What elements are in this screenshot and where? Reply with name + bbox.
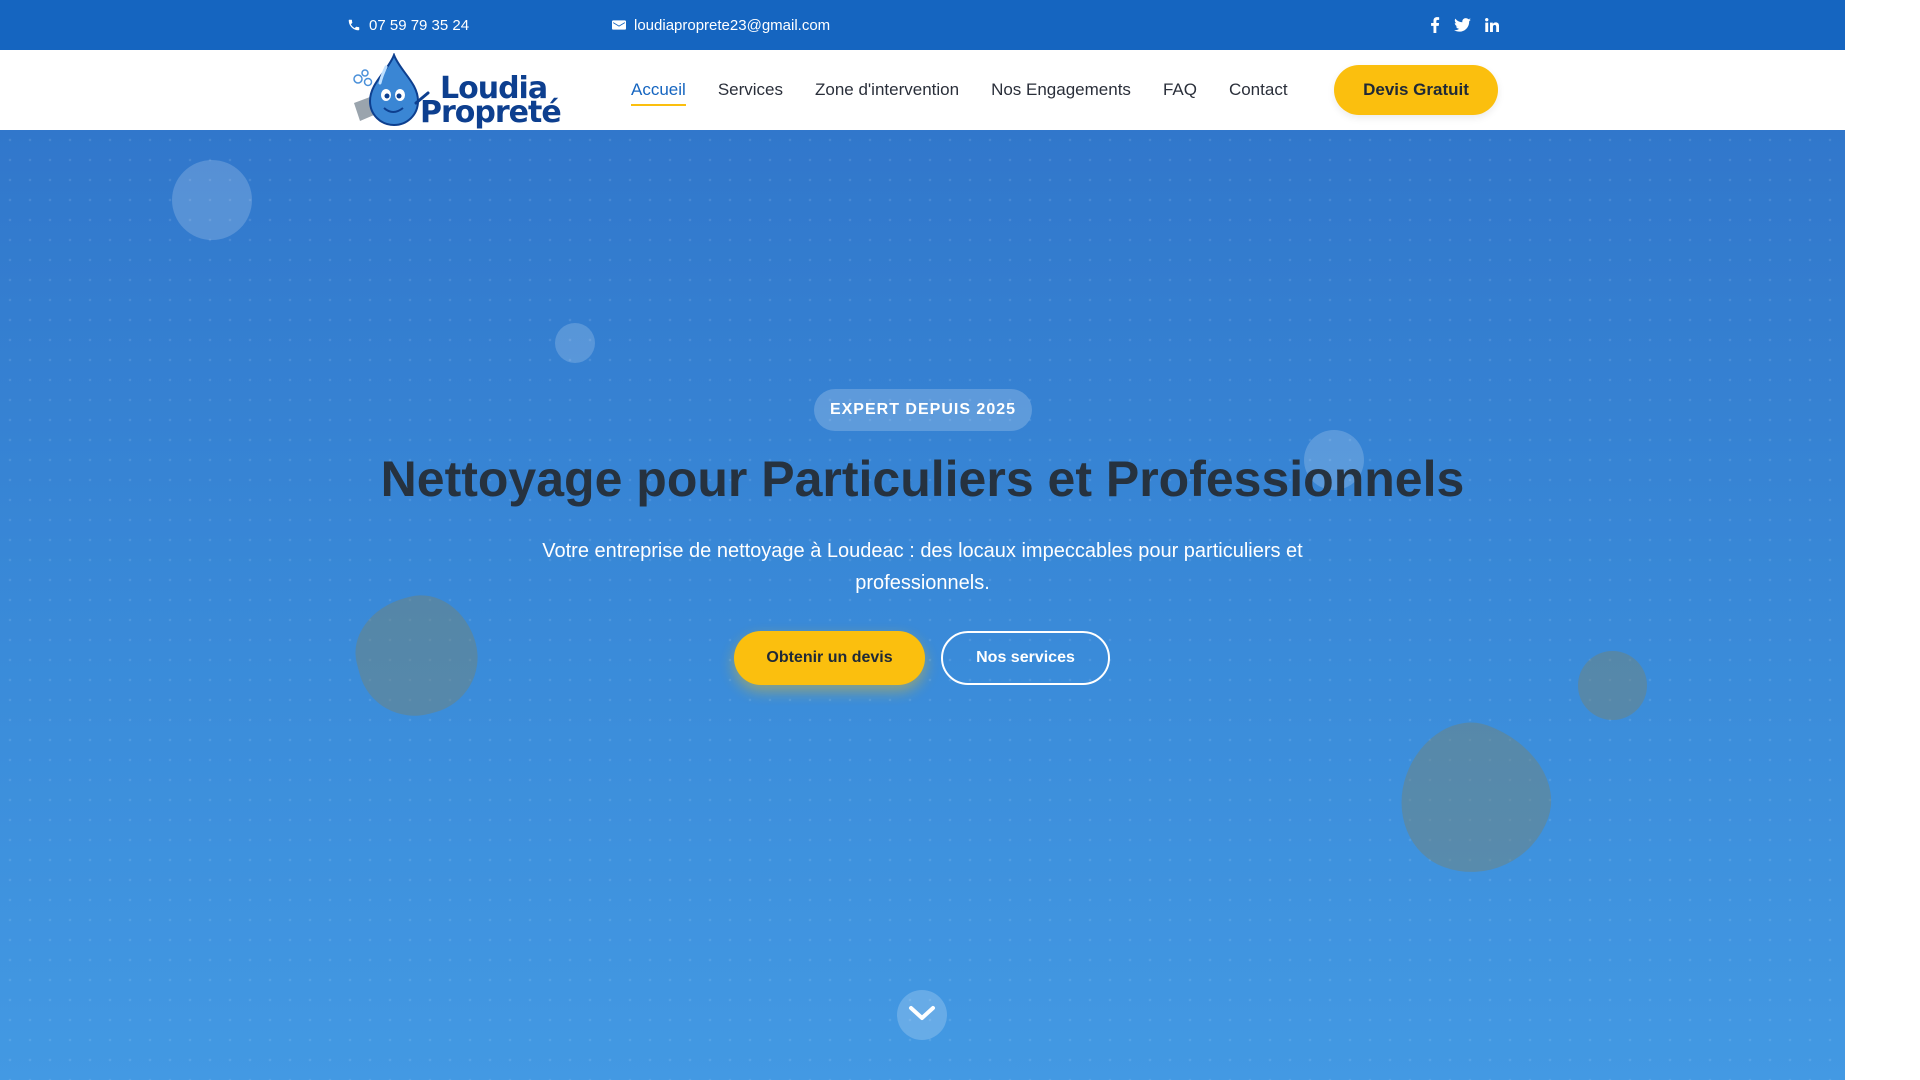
our-services-button[interactable]: Nos services (941, 631, 1110, 685)
dot-pattern-background (0, 130, 1845, 1080)
main-menu: Accueil Services Zone d'intervention Nos… (631, 50, 1288, 130)
nav-item-services[interactable]: Services (718, 76, 783, 104)
facebook-icon[interactable] (1430, 17, 1440, 33)
email-address: loudiaproprete23@gmail.com (634, 16, 831, 34)
site-logo[interactable]: Loudia Propreté (348, 53, 562, 130)
page: 07 59 79 35 24 loudiaproprete23@gmail.co… (0, 0, 1845, 1080)
top-contact-bar: 07 59 79 35 24 loudiaproprete23@gmail.co… (0, 0, 1845, 50)
hero-title: Nettoyage pour Particuliers et Professio… (380, 451, 1465, 507)
twitter-icon[interactable] (1454, 18, 1471, 32)
main-navbar: Loudia Propreté Accueil Services Zone d'… (0, 50, 1845, 130)
scroll-down-button[interactable] (897, 990, 947, 1040)
get-quote-button[interactable]: Obtenir un devis (734, 631, 925, 685)
linkedin-icon[interactable] (1485, 18, 1499, 32)
hero-subtitle: Votre entreprise de nettoyage à Loudeac … (542, 540, 1303, 594)
water-drop-mascot-icon (353, 53, 430, 127)
experience-badge: EXPERT DEPUIS 2025 (814, 389, 1032, 431)
nav-item-nos-engagements[interactable]: Nos Engagements (991, 76, 1131, 104)
decorative-bubble (1578, 651, 1647, 720)
social-links (1430, 0, 1499, 50)
email-link[interactable]: loudiaproprete23@gmail.com (612, 0, 830, 50)
decorative-bubble (555, 323, 595, 363)
phone-link[interactable]: 07 59 79 35 24 (347, 0, 469, 50)
nav-item-accueil[interactable]: Accueil (631, 76, 686, 106)
devis-gratuit-button[interactable]: Devis Gratuit (1334, 65, 1498, 115)
decorative-bubble (172, 160, 252, 240)
hero-section: EXPERT DEPUIS 2025 Nettoyage pour Partic… (0, 130, 1845, 1080)
nav-item-faq[interactable]: FAQ (1163, 76, 1197, 104)
envelope-icon (612, 19, 626, 31)
chevron-down-icon (908, 1005, 936, 1026)
phone-number: 07 59 79 35 24 (369, 16, 470, 34)
nav-item-zone-intervention[interactable]: Zone d'intervention (815, 76, 959, 104)
nav-item-contact[interactable]: Contact (1229, 76, 1288, 104)
phone-icon (347, 18, 361, 32)
logo-text-line2: Propreté (420, 95, 562, 130)
